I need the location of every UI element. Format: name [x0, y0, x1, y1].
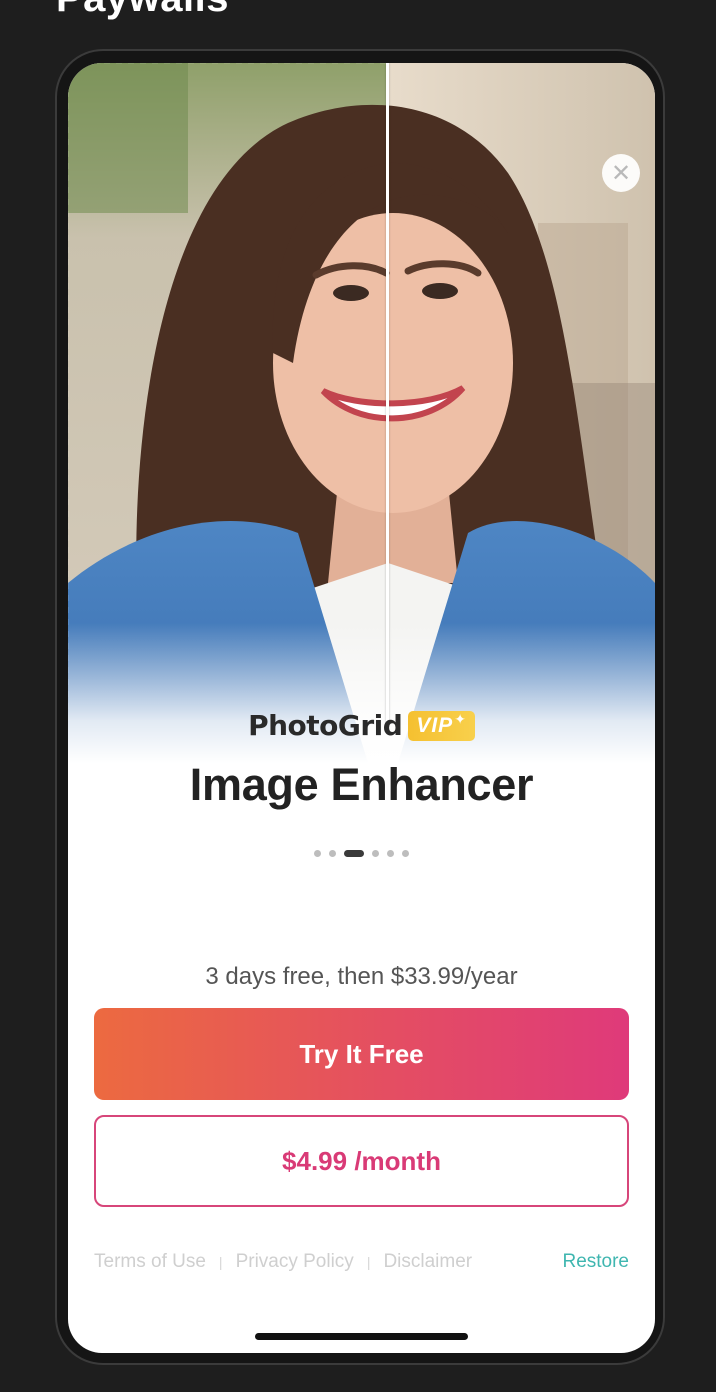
pager-dot[interactable]	[402, 850, 409, 857]
footer-separator: |	[366, 1254, 371, 1270]
restore-link[interactable]: Restore	[562, 1251, 629, 1273]
carousel-pager[interactable]	[68, 850, 655, 857]
disclaimer-link[interactable]: Disclaimer	[383, 1251, 472, 1273]
monthly-plan-button[interactable]: $4.99 /month	[94, 1115, 629, 1207]
paywall-screen: ✕ PhotoGrid VIP ✦ Image Enhancer 3 days …	[68, 63, 655, 1353]
privacy-policy-link[interactable]: Privacy Policy	[236, 1251, 354, 1273]
feature-title: Image Enhancer	[189, 759, 534, 810]
terms-of-use-link[interactable]: Terms of Use	[94, 1251, 206, 1273]
footer-links: Terms of Use | Privacy Policy | Disclaim…	[94, 1251, 629, 1273]
hero-fade	[68, 623, 655, 763]
footer-separator: |	[218, 1254, 223, 1270]
compare-slider-handle[interactable]	[386, 63, 389, 723]
pager-dot[interactable]	[329, 850, 336, 857]
monthly-plan-label: $4.99 /month	[282, 1145, 441, 1176]
close-button[interactable]: ✕	[602, 154, 640, 192]
home-indicator[interactable]	[255, 1333, 468, 1340]
trial-offer-text: 3 days free, then $33.99/year	[205, 963, 518, 990]
close-icon: ✕	[610, 159, 632, 187]
pager-dot[interactable]	[372, 850, 379, 857]
pager-dot-active[interactable]	[344, 850, 364, 857]
hero-before-after-image: ✕	[68, 63, 655, 763]
page-heading: Paywalls	[56, 0, 229, 18]
sparkle-icon: ✦	[454, 711, 467, 727]
pager-dot[interactable]	[314, 850, 321, 857]
try-it-free-button[interactable]: Try It Free	[94, 1008, 629, 1100]
brand-logo: PhotoGrid VIP ✦	[68, 709, 655, 742]
vip-badge: VIP ✦	[408, 710, 475, 741]
pager-dot[interactable]	[387, 850, 394, 857]
vip-badge-label: VIP	[416, 713, 454, 737]
try-it-free-label: Try It Free	[299, 1038, 424, 1069]
brand-name: PhotoGrid	[248, 709, 403, 742]
